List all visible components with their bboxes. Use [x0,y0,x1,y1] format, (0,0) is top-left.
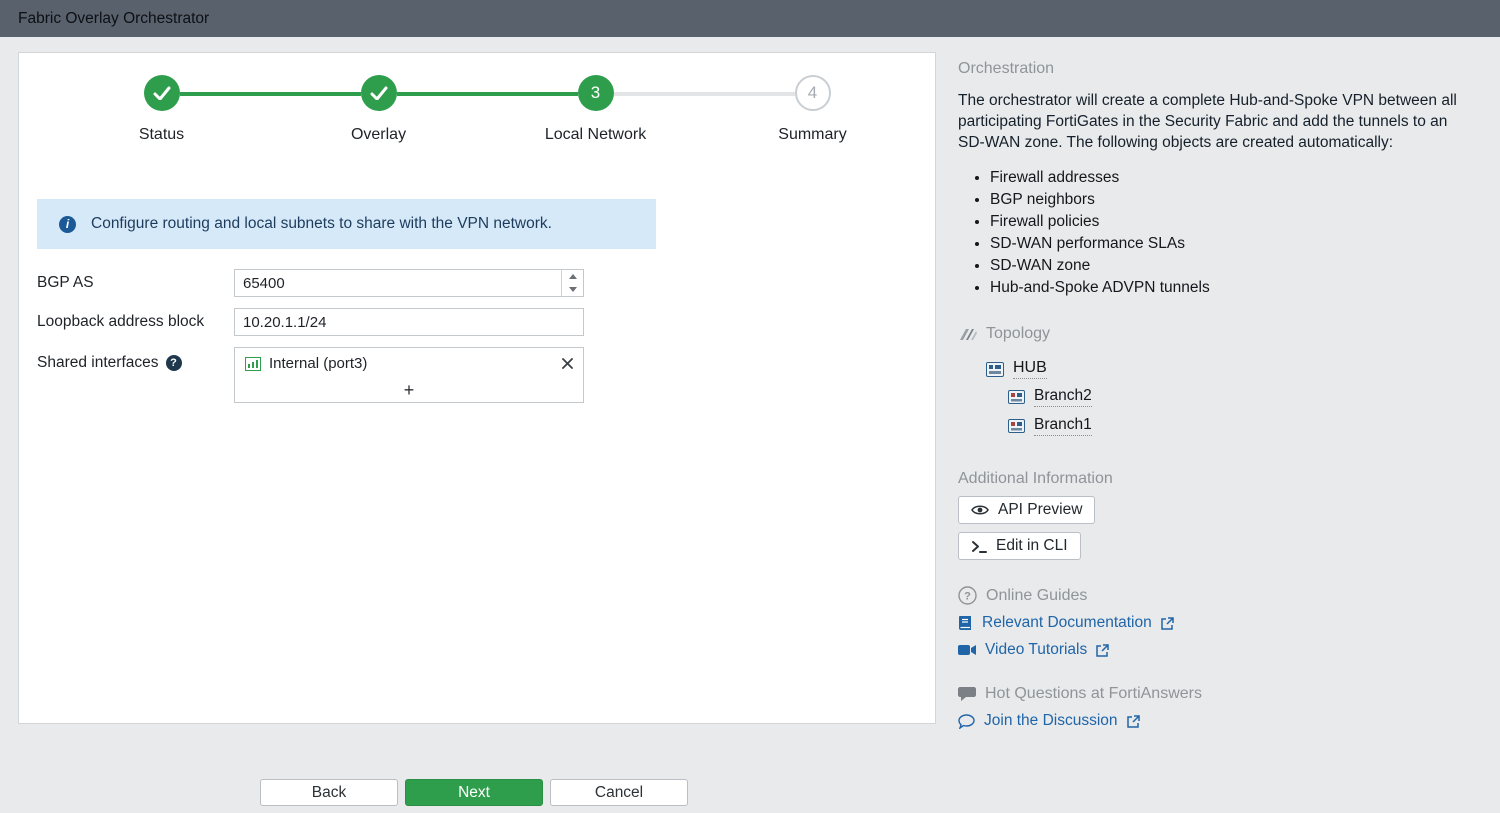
fortigate-branch-icon [1008,390,1025,404]
fortianswers-heading: Hot Questions at FortiAnswers [958,685,1488,703]
info-banner: i Configure routing and local subnets to… [37,199,656,249]
api-preview-label: API Preview [998,501,1082,519]
back-button[interactable]: Back [260,779,398,806]
step-overlay-circle [361,75,397,111]
help-icon[interactable]: ? [166,355,182,371]
interface-icon [245,357,261,371]
add-interface-button[interactable]: + [235,379,583,402]
bgp-as-label: BGP AS [37,274,234,292]
external-link-icon [1161,617,1174,630]
additional-info-heading: Additional Information [958,470,1488,488]
step-summary-circle: 4 [795,75,831,111]
step-status-label: Status [53,126,270,144]
external-link-icon [1127,715,1140,728]
video-tutorials-label: Video Tutorials [985,641,1087,659]
step-local-network-label: Local Network [487,126,704,144]
relevant-documentation-label: Relevant Documentation [982,614,1152,632]
tree-node-branch2[interactable]: Branch2 [1008,387,1092,407]
chat-filled-icon [958,686,976,702]
step-overlay[interactable]: Overlay [270,75,487,144]
shared-interface-item[interactable]: Internal (port3) [235,348,583,379]
help-sidebar: Orchestration The orchestrator will crea… [958,52,1488,730]
question-circle-icon: ? [958,586,977,605]
list-item: SD-WAN performance SLAs [990,233,1488,255]
orchestration-object-list: Firewall addresses BGP neighbors Firewal… [972,167,1488,299]
tree-node-branch1-label: Branch1 [1034,416,1092,436]
video-tutorials-link[interactable]: Video Tutorials [958,641,1109,659]
list-item: BGP neighbors [990,189,1488,211]
fortianswers-heading-text: Hot Questions at FortiAnswers [985,685,1202,703]
loopback-input-wrap [234,308,584,336]
bgp-as-input[interactable] [234,269,584,297]
api-preview-button[interactable]: API Preview [958,496,1095,524]
tree-node-hub[interactable]: HUB [986,359,1047,379]
shared-interface-name: Internal (port3) [269,355,367,372]
external-link-icon [1096,644,1109,657]
remove-interface-icon[interactable] [562,358,573,369]
orchestration-description: The orchestrator will create a complete … [958,90,1474,153]
list-item: Firewall policies [990,211,1488,233]
bgp-as-input-wrap [234,269,584,297]
topology-heading-text: Topology [986,325,1050,343]
tree-node-branch1[interactable]: Branch1 [1008,416,1092,436]
shared-interfaces-label: Shared interfaces ? [37,354,234,372]
info-icon: i [59,216,76,233]
wizard-stepper: Status Overlay 3 Local Network 4 Summary [19,53,921,144]
join-discussion-link[interactable]: Join the Discussion [958,712,1140,730]
check-icon [370,86,388,100]
shared-interfaces-row: Shared interfaces ? Inter [37,347,935,403]
eye-icon [971,504,989,516]
next-button[interactable]: Next [405,779,543,806]
cancel-button[interactable]: Cancel [550,779,688,806]
local-network-form: BGP AS Loopback address block Shared [37,269,935,403]
edit-in-cli-label: Edit in CLI [996,537,1068,555]
tree-node-hub-label: HUB [1013,359,1047,379]
topology-branches: Branch2 Branch1 [1008,387,1488,436]
online-guides-heading: ? Online Guides [958,586,1488,605]
shared-interfaces-box: Internal (port3) + [234,347,584,403]
topology-heading: Topology [958,325,1488,343]
list-item: SD-WAN zone [990,255,1488,277]
page-title: Fabric Overlay Orchestrator [18,10,209,28]
step-local-network-circle: 3 [578,75,614,111]
step-summary-label: Summary [704,126,921,144]
list-item: Firewall addresses [990,167,1488,189]
loopback-label: Loopback address block [37,313,234,331]
loopback-row: Loopback address block [37,308,935,336]
cli-icon [971,540,987,553]
shared-interfaces-label-text: Shared interfaces [37,354,159,372]
svg-text:?: ? [964,591,971,603]
step-status-circle [144,75,180,111]
page: Fabric Overlay Orchestrator Status O [0,0,1500,813]
bgp-as-stepper[interactable] [561,270,583,296]
info-banner-text: Configure routing and local subnets to s… [91,215,552,233]
topology-icon [958,327,977,342]
step-overlay-label: Overlay [270,126,487,144]
spin-down-icon[interactable] [562,283,583,296]
book-icon [958,615,973,631]
list-item: Hub-and-Spoke ADVPN tunnels [990,277,1488,299]
step-local-network[interactable]: 3 Local Network [487,75,704,144]
relevant-documentation-link[interactable]: Relevant Documentation [958,614,1174,632]
orchestration-heading: Orchestration [958,60,1488,78]
topology-tree: HUB Branch2 [986,359,1488,436]
edit-in-cli-button[interactable]: Edit in CLI [958,532,1081,560]
step-status[interactable]: Status [53,75,270,144]
join-discussion-label: Join the Discussion [984,712,1118,730]
wizard-footer: Back Next Cancel [260,779,688,806]
chat-outline-icon [958,714,975,729]
fortigate-hub-icon [986,362,1004,377]
titlebar: Fabric Overlay Orchestrator [0,0,1500,37]
bgp-as-row: BGP AS [37,269,935,297]
loopback-input[interactable] [234,308,584,336]
tree-node-branch2-label: Branch2 [1034,387,1092,407]
wizard-card: Status Overlay 3 Local Network 4 Summary [18,52,936,724]
check-icon [153,86,171,100]
step-summary[interactable]: 4 Summary [704,75,921,144]
fortigate-branch-icon [1008,419,1025,433]
video-icon [958,644,976,656]
online-guides-heading-text: Online Guides [986,587,1087,605]
spin-up-icon[interactable] [562,270,583,283]
